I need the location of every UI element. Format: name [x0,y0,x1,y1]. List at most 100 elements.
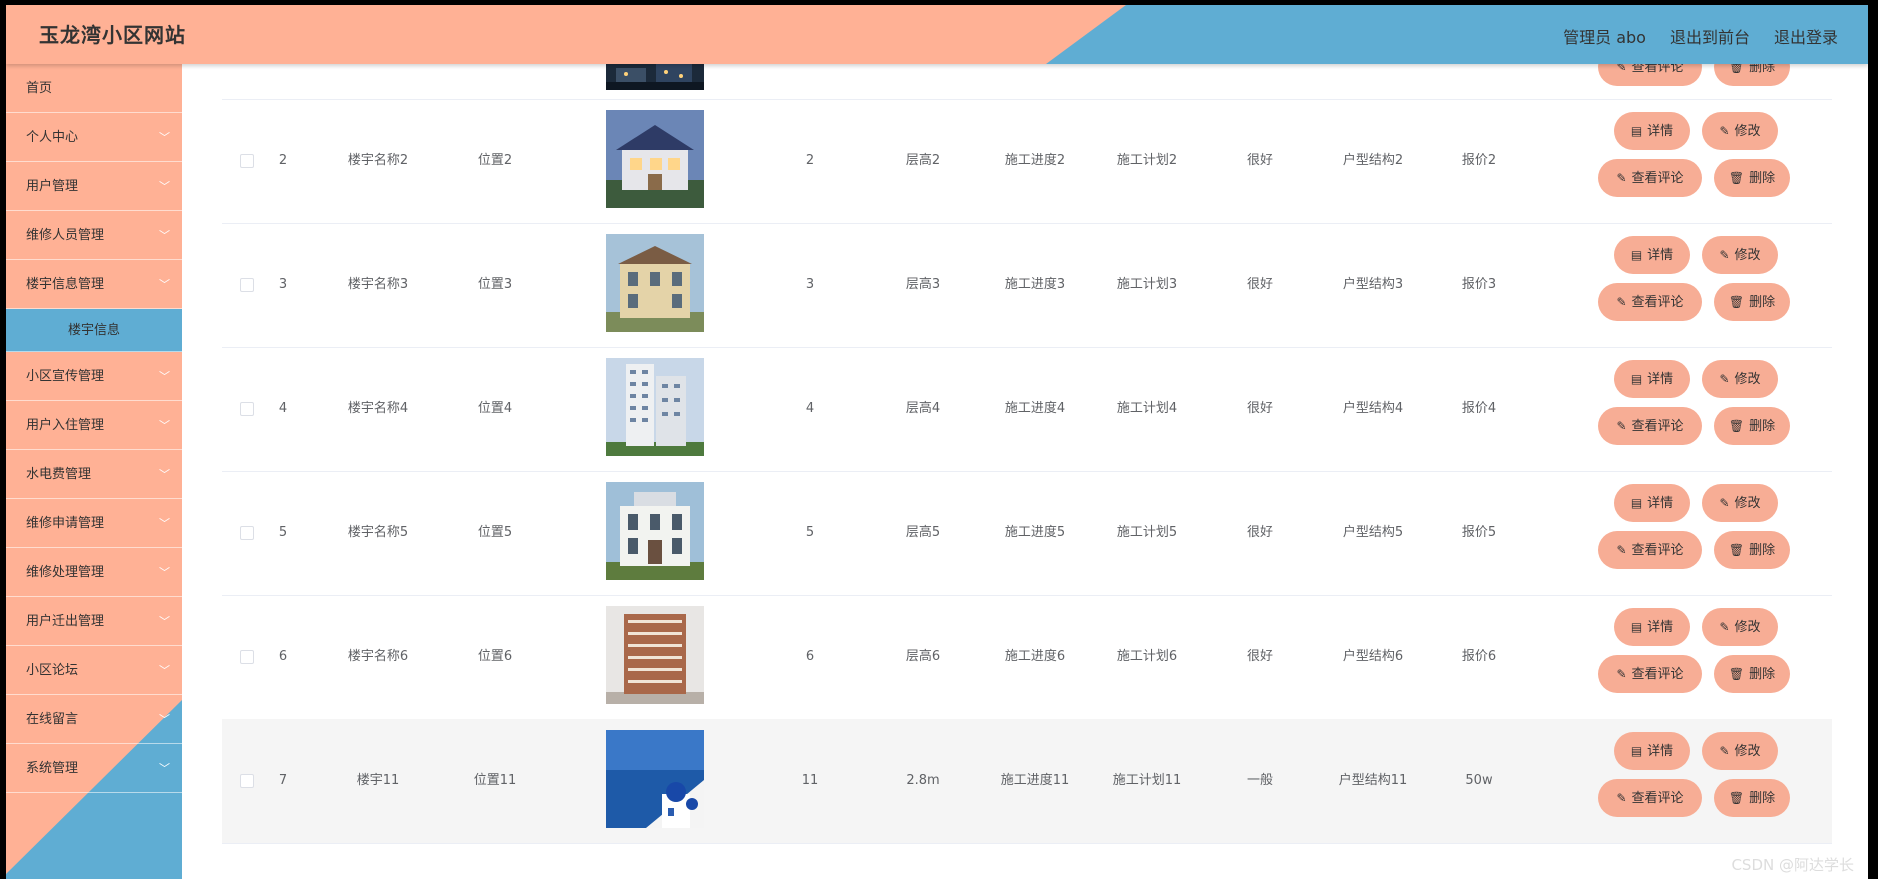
detail-button[interactable]: ▤ 详情 [1616,238,1688,272]
table-row: 5 楼宇名称5 位置5 5 层高5 施工进度5 施工计划5 很好 户型结构5 报价5 ▤ 详情 ✎ 修改 ✎… [222,471,1832,596]
logout-link[interactable]: 退出登录 [1774,24,1838,48]
edit-button[interactable]: ✎ 修改 [1704,238,1776,272]
cell-construction-plan: 施工计划5 [1116,525,1178,540]
row-actions: ▤ 详情 ✎ 修改 ✎ 查看评论 🗑 删除 [1600,486,1840,586]
cell-construction-progress: 施工进度5 [1004,525,1066,540]
sidebar-subitem-building-info[interactable]: 楼宇信息 [6,309,182,352]
cell-price: 报价6 [1461,649,1497,664]
edit-button[interactable]: ✎ 修改 [1704,610,1776,644]
building-thumbnail [606,110,704,208]
header: 玉龙湾小区网站 管理员 abo 退出到前台 退出登录 [6,5,1868,64]
edit-icon: ✎ [1616,295,1627,309]
sidebar-item-13[interactable]: 在线留言 ﹀ [6,695,182,744]
back-to-frontend-link[interactable]: 退出到前台 [1670,24,1750,48]
sidebar-item-2[interactable]: 用户管理 ﹀ [6,162,182,211]
chevron-down-icon: ﹀ [159,713,170,726]
document-icon: ▤ [1630,124,1643,138]
edit-icon: ✎ [1719,372,1730,386]
cell-price: 报价5 [1461,525,1497,540]
sidebar-item-label: 小区宣传管理 [26,369,105,384]
edit-icon: ✎ [1719,248,1730,262]
delete-button[interactable]: 🗑 删除 [1716,781,1788,815]
chevron-down-icon: ﹀ [159,468,170,481]
main-content: ✎ 查看评论 🗑 删除 2 楼宇名称2 位置2 2 层高2 施工进度2 施工计划2 很好 户型结构2… [182,50,1868,879]
comments-button[interactable]: ✎ 查看评论 [1600,781,1700,815]
delete-button[interactable]: 🗑 删除 [1716,533,1788,567]
cell-location: 位置4 [477,401,513,416]
cell-house-layout: 户型结构4 [1342,401,1404,416]
chevron-down-icon: ﹀ [159,419,170,432]
building-thumbnail [606,606,704,704]
detail-button[interactable]: ▤ 详情 [1616,114,1688,148]
delete-button[interactable]: 🗑 删除 [1716,285,1788,319]
cell-construction-plan: 施工计划3 [1116,277,1178,292]
sidebar-item-0[interactable]: 首页 [6,64,182,113]
sidebar-item-label: 用户入住管理 [26,418,105,433]
sidebar-item-3[interactable]: 维修人员管理 ﹀ [6,211,182,260]
edit-button[interactable]: ✎ 修改 [1704,114,1776,148]
delete-button[interactable]: 🗑 删除 [1716,161,1788,195]
cell-construction-progress: 施工进度3 [1004,277,1066,292]
detail-button[interactable]: ▤ 详情 [1616,486,1688,520]
row-actions: ▤ 详情 ✎ 修改 ✎ 查看评论 🗑 删除 [1600,238,1840,338]
building-thumbnail [606,730,704,828]
comments-button[interactable]: ✎ 查看评论 [1600,285,1700,319]
chevron-down-icon: ﹀ [159,566,170,579]
cell-price: 报价4 [1461,401,1497,416]
comments-button[interactable]: ✎ 查看评论 [1600,657,1700,691]
cell-construction-plan: 施工计划2 [1116,153,1178,168]
trash-icon: 🗑 [1728,667,1745,681]
detail-button[interactable]: ▤ 详情 [1616,734,1688,768]
cell-construction-progress: 施工进度6 [1004,649,1066,664]
sidebar-item-10[interactable]: 维修处理管理 ﹀ [6,548,182,597]
detail-button[interactable]: ▤ 详情 [1616,610,1688,644]
sidebar-item-12[interactable]: 小区论坛 ﹀ [6,646,182,695]
cell-house-layout: 户型结构5 [1342,525,1404,540]
edit-icon: ✎ [1719,496,1730,510]
edit-icon: ✎ [1616,171,1627,185]
comments-button[interactable]: ✎ 查看评论 [1600,533,1700,567]
chevron-down-icon: ﹀ [159,664,170,677]
cell-building-name: 楼宇名称6 [347,649,409,664]
sidebar-item-1[interactable]: 个人中心 ﹀ [6,113,182,162]
chevron-down-icon: ﹀ [159,762,170,775]
sidebar-item-label: 首页 [26,81,53,96]
cell-location: 位置6 [477,649,513,664]
edit-button[interactable]: ✎ 修改 [1704,486,1776,520]
edit-button[interactable]: ✎ 修改 [1704,734,1776,768]
building-thumbnail [606,234,704,332]
sidebar-item-label: 用户管理 [26,179,79,194]
sidebar-item-14[interactable]: 系统管理 ﹀ [6,744,182,793]
chevron-down-icon: ﹀ [159,278,170,291]
sidebar-item-label: 在线留言 [26,712,79,727]
chevron-down-icon: ﹀ [159,370,170,383]
cell-quality: 很好 [1246,649,1273,664]
sidebar-item-label: 维修处理管理 [26,565,105,580]
cell-building-name: 楼宇11 [356,773,400,788]
cell-floor-height: 层高6 [905,649,941,664]
sidebar-item-4[interactable]: 楼宇信息管理 ﹀ [6,260,182,309]
edit-icon: ✎ [1616,419,1627,433]
sidebar-item-6[interactable]: 小区宣传管理 ﹀ [6,352,182,401]
sidebar-item-11[interactable]: 用户迁出管理 ﹀ [6,597,182,646]
delete-button[interactable]: 🗑 删除 [1716,409,1788,443]
delete-button[interactable]: 🗑 删除 [1716,657,1788,691]
admin-label: 管理员 abo [1563,28,1646,47]
sidebar-item-label: 个人中心 [26,130,79,145]
cell-floors: 11 [801,773,819,788]
detail-button[interactable]: ▤ 详情 [1616,362,1688,396]
comments-button[interactable]: ✎ 查看评论 [1600,161,1700,195]
sidebar-item-label: 维修申请管理 [26,516,105,531]
trash-icon: 🗑 [1728,295,1745,309]
sidebar-item-9[interactable]: 维修申请管理 ﹀ [6,499,182,548]
sidebar-item-label: 维修人员管理 [26,228,105,243]
edit-button[interactable]: ✎ 修改 [1704,362,1776,396]
cell-location: 位置2 [477,153,513,168]
sidebar-item-8[interactable]: 水电费管理 ﹀ [6,450,182,499]
sidebar-menu: 首页 个人中心 ﹀ 用户管理 ﹀ 维修人员管理 ﹀ 楼宇信息管理 ﹀ 楼宇信息 小区宣传管理 ﹀ 用户入… [6,64,182,793]
comments-button[interactable]: ✎ 查看评论 [1600,409,1700,443]
building-thumbnail [606,60,704,90]
sidebar-item-7[interactable]: 用户入住管理 ﹀ [6,401,182,450]
app-frame: 玉龙湾小区网站 管理员 abo 退出到前台 退出登录 首页 个人中心 ﹀ 用户管理 ﹀ 维… [6,5,1868,879]
cell-construction-plan: 施工计划4 [1116,401,1178,416]
